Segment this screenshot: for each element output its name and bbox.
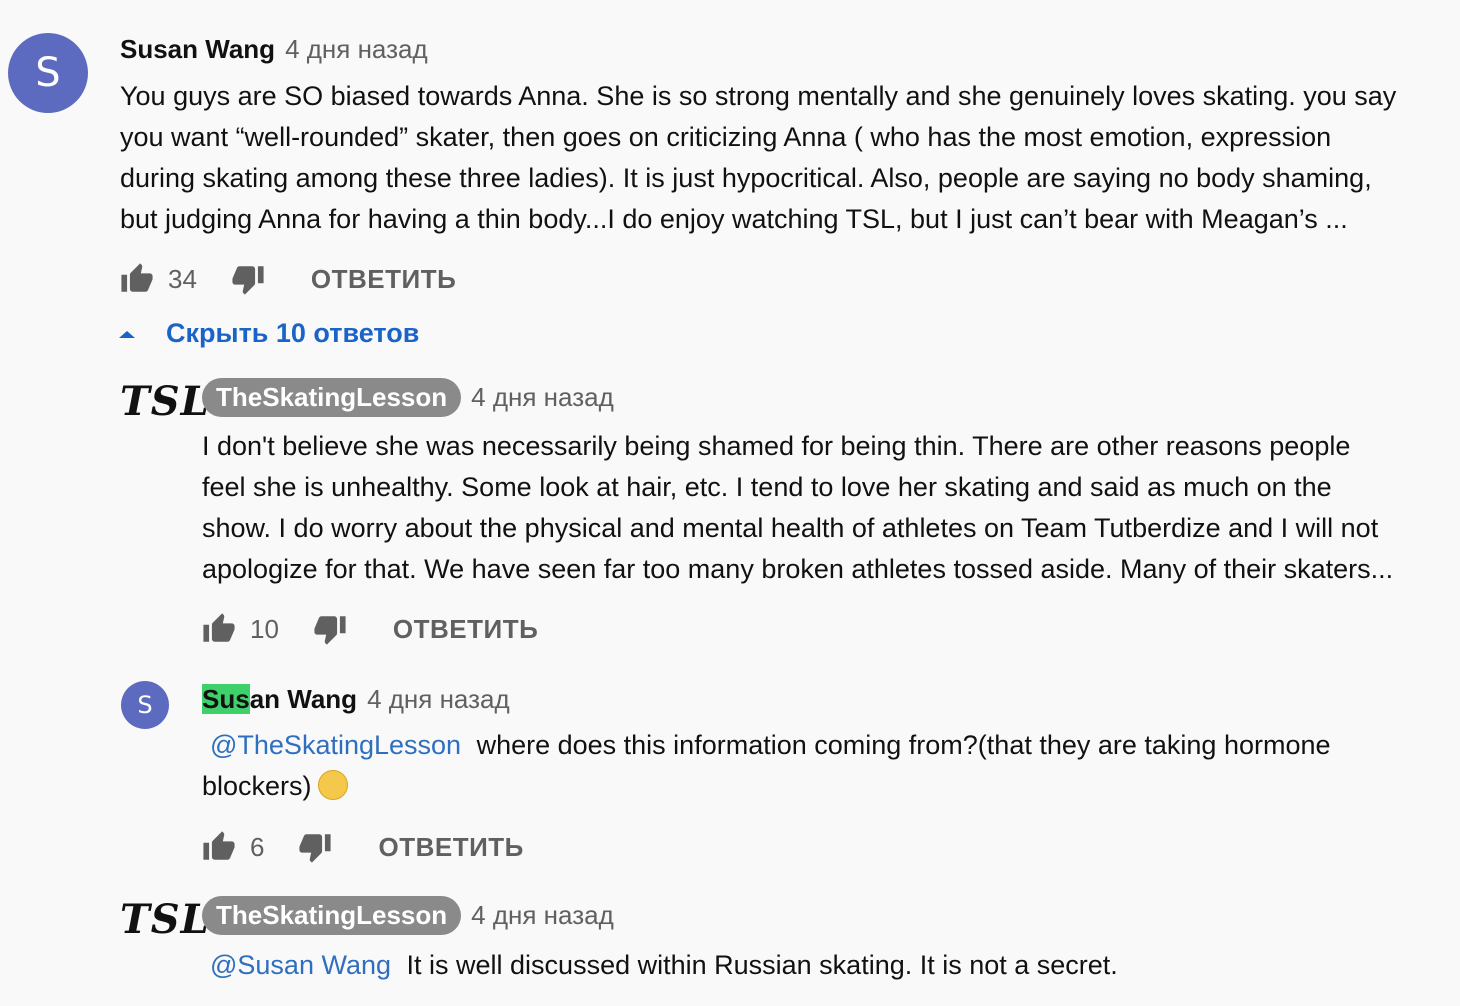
reply-actions: 6 ОТВЕТИТЬ [202, 830, 524, 864]
mention-link[interactable]: @TheSkatingLesson [210, 730, 461, 760]
reply-text: @TheSkatingLesson where does this inform… [202, 725, 1331, 807]
reply-line: apologize for that. We have seen far too… [202, 554, 1394, 584]
author-rest: an Wang [249, 684, 358, 714]
caret-up-icon [118, 328, 140, 340]
thumbs-up-icon[interactable] [120, 262, 154, 296]
tsl-avatar[interactable]: TSL [120, 896, 210, 943]
like-count: 6 [250, 831, 265, 862]
avatar-letter: S [137, 691, 153, 719]
avatar-letter: S [35, 50, 61, 96]
timestamp[interactable]: 4 дня назад [471, 900, 614, 931]
thumbs-up-icon[interactable] [202, 612, 236, 646]
reply-text: @Susan Wang It is well discussed within … [210, 945, 1118, 986]
comment-line: you want “well-rounded” skater, then goe… [120, 122, 1332, 152]
thumbs-up-icon[interactable] [202, 830, 236, 864]
hushed-face-emoji [317, 769, 348, 800]
reply-line-text: It is well discussed within Russian skat… [406, 950, 1118, 980]
hide-replies-toggle[interactable]: Скрыть 10 ответов [118, 318, 419, 349]
author-name[interactable]: Susan Wang [202, 684, 357, 715]
author-badge[interactable]: TheSkatingLesson [202, 896, 462, 935]
like-count: 34 [168, 263, 197, 294]
reply-actions: 10 ОТВЕТИТЬ [202, 612, 538, 646]
reply-line: @TheSkatingLesson where does this inform… [202, 725, 1331, 766]
timestamp[interactable]: 4 дня назад [285, 34, 428, 65]
like-count: 10 [250, 613, 279, 644]
reply-header: TheSkatingLesson 4 дня назад [202, 896, 614, 935]
avatar-text: TSL [120, 378, 210, 425]
comment-header: Susan Wang 4 дня назад [120, 34, 428, 65]
comment-line: You guys are SO biased towards Anna. She… [120, 81, 1397, 111]
hide-replies-label: Скрыть 10 ответов [166, 318, 420, 348]
reply-line: blockers) [202, 766, 1331, 807]
comment-line: during skating among these three ladies)… [120, 163, 1372, 193]
reply-button[interactable]: ОТВЕТИТЬ [311, 264, 456, 295]
thumbs-down-icon[interactable] [231, 262, 265, 296]
reply-button[interactable]: ОТВЕТИТЬ [393, 614, 538, 645]
reply-header: TheSkatingLesson 4 дня назад [202, 378, 614, 417]
reply-line-text: blockers) [202, 771, 312, 801]
tsl-avatar[interactable]: TSL [120, 378, 210, 425]
comment-text: You guys are SO biased towards Anna. She… [120, 76, 1396, 240]
reply-line-text: where does this information coming from?… [476, 730, 1331, 760]
author-highlight: Sus [202, 684, 250, 714]
reply-line: feel she is unhealthy. Some look at hair… [202, 472, 1332, 502]
thumbs-down-icon[interactable] [298, 830, 332, 864]
mention-link[interactable]: @Susan Wang [210, 950, 391, 980]
avatar-text: TSL [120, 896, 210, 943]
reply-line: I don't believe she was necessarily bein… [202, 431, 1351, 461]
comment-line: but judging Anna for having a thin body.… [120, 204, 1348, 234]
author-name[interactable]: Susan Wang [120, 34, 275, 65]
author-badge[interactable]: TheSkatingLesson [202, 378, 462, 417]
reply-line: @Susan Wang It is well discussed within … [210, 945, 1118, 986]
thumbs-down-icon[interactable] [313, 612, 347, 646]
timestamp[interactable]: 4 дня назад [471, 382, 614, 413]
avatar[interactable]: S [121, 681, 169, 729]
reply-line: show. I do worry about the physical and … [202, 513, 1379, 543]
comment-actions: 34 ОТВЕТИТЬ [120, 262, 456, 296]
timestamp[interactable]: 4 дня назад [367, 684, 510, 715]
reply-button[interactable]: ОТВЕТИТЬ [378, 832, 523, 863]
reply-header: Susan Wang 4 дня назад [202, 684, 510, 715]
reply-text: I don't believe she was necessarily bein… [202, 426, 1393, 590]
avatar[interactable]: S [8, 33, 88, 113]
